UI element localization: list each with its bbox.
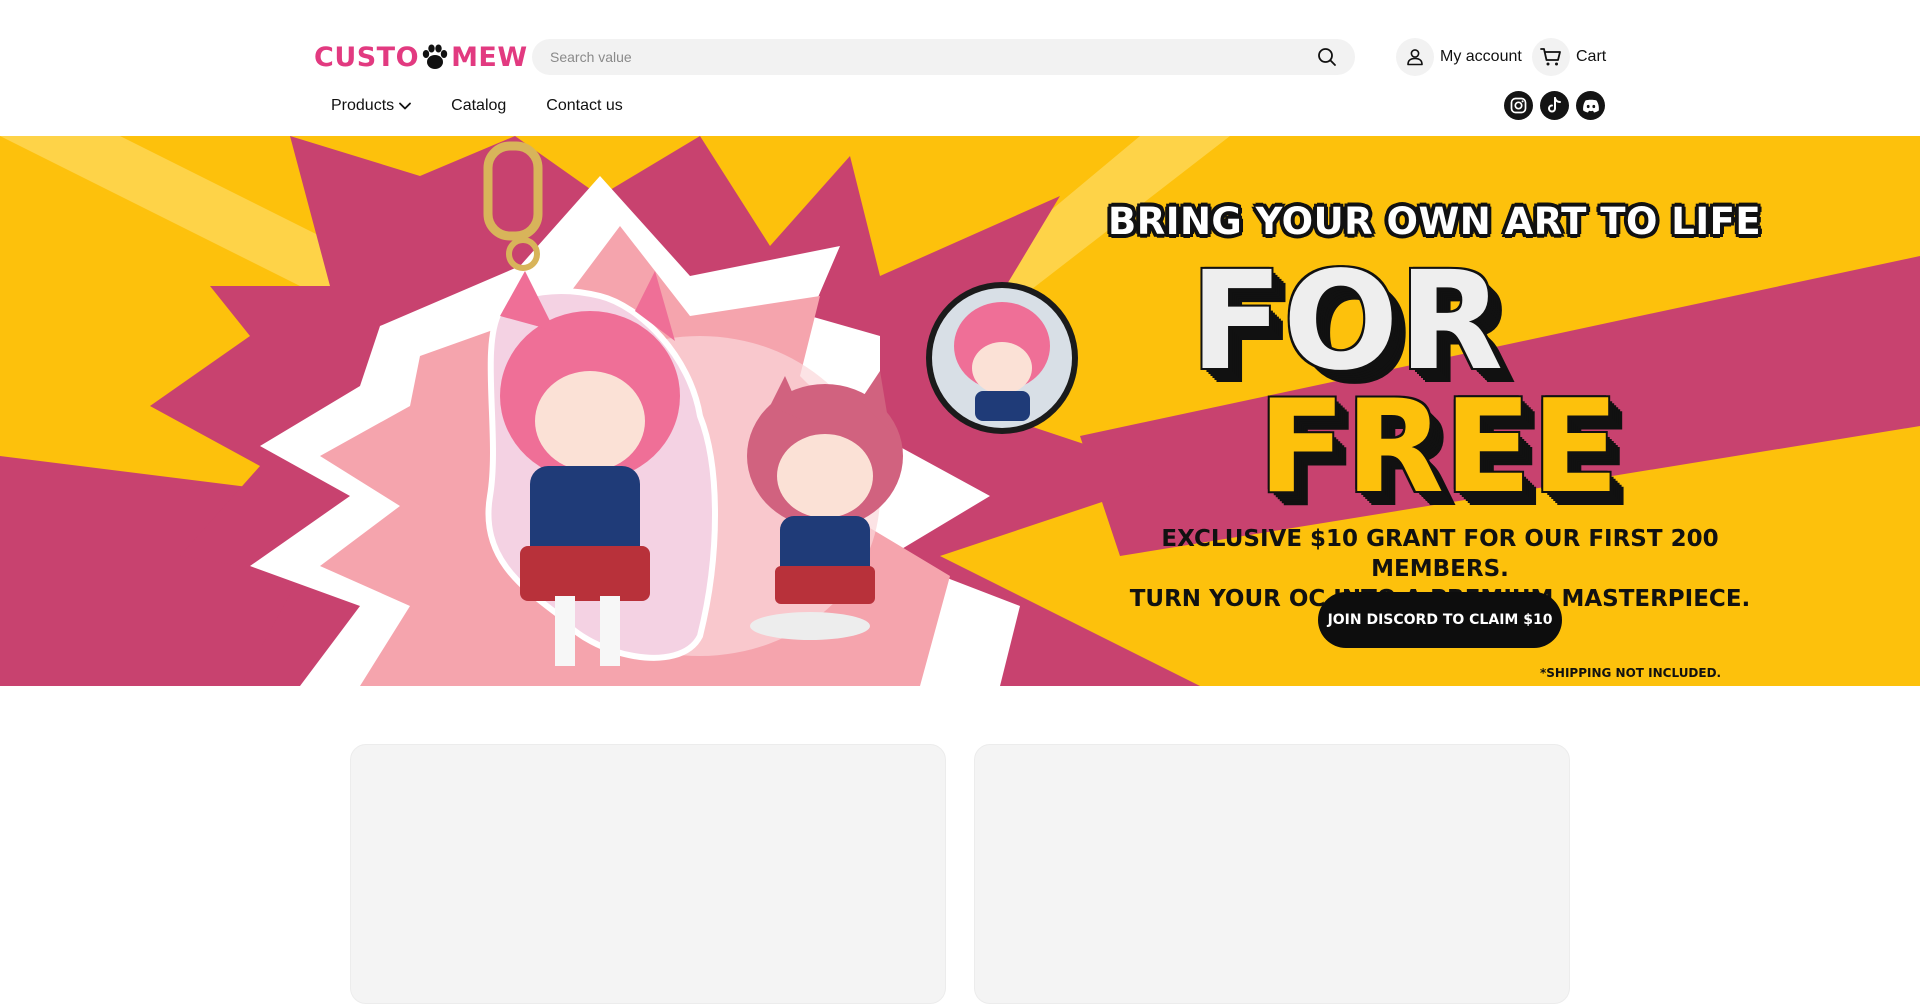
- my-account-label: My account: [1440, 48, 1522, 65]
- nav-item-catalog[interactable]: Catalog: [451, 97, 506, 115]
- tiktok-icon: [1548, 97, 1561, 113]
- shipping-footnote: *SHIPPING NOT INCLUDED.: [1540, 666, 1722, 680]
- site-header: CUSTO MEW My account: [0, 0, 1920, 136]
- discord-icon: [1582, 99, 1599, 112]
- hero-big-text-free: FREE: [1258, 373, 1619, 522]
- main-nav: Products Catalog Contact us: [331, 94, 663, 118]
- search-input[interactable]: [550, 39, 1310, 75]
- join-discord-label: JOIN DISCORD TO CLAIM $10: [1327, 612, 1553, 628]
- hero-banner[interactable]: BRING YOUR OWN ART TO LIFE FOR FREE EXCL…: [0, 136, 1920, 686]
- cart-icon-wrap: [1532, 38, 1570, 76]
- nav-item-products[interactable]: Products: [331, 97, 412, 115]
- paw-icon: [422, 44, 448, 69]
- cart-icon: [1540, 48, 1561, 66]
- instagram-link[interactable]: [1504, 91, 1533, 120]
- logo-text-left: CUSTO: [314, 41, 420, 73]
- instagram-icon: [1510, 97, 1527, 114]
- my-account-link[interactable]: My account: [1396, 38, 1522, 76]
- chevron-down-icon: [399, 102, 412, 110]
- tiktok-link[interactable]: [1540, 91, 1569, 120]
- logo-text-right: MEW: [451, 41, 528, 73]
- product-card-placeholder[interactable]: [974, 744, 1570, 1004]
- social-links: [1504, 91, 1605, 120]
- hero-subline-1: EXCLUSIVE $10 GRANT FOR OUR FIRST 200 ME…: [1161, 526, 1719, 582]
- site-logo[interactable]: CUSTO MEW: [314, 38, 528, 76]
- user-icon: [1407, 49, 1423, 66]
- search-icon[interactable]: [1317, 47, 1337, 67]
- search-bar: [532, 39, 1355, 75]
- nav-item-label: Contact us: [546, 97, 623, 114]
- hero-headline: BRING YOUR OWN ART TO LIFE: [1108, 200, 1762, 243]
- nav-item-label: Products: [331, 97, 395, 114]
- nav-item-label: Catalog: [451, 97, 507, 114]
- nav-item-contact[interactable]: Contact us: [546, 97, 622, 115]
- cart-label: Cart: [1576, 48, 1607, 65]
- join-discord-button[interactable]: JOIN DISCORD TO CLAIM $10: [1318, 592, 1562, 648]
- hero-big-text-for: FOR: [1190, 243, 1504, 401]
- cart-link[interactable]: Cart: [1532, 38, 1606, 76]
- discord-link[interactable]: [1576, 91, 1605, 120]
- product-card-placeholder[interactable]: [350, 744, 946, 1004]
- user-icon-wrap: [1396, 38, 1434, 76]
